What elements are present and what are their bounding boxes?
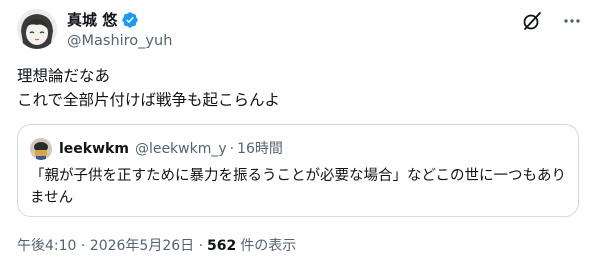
quoted-handle[interactable]: @leekwkm_y [135,140,227,158]
post-text: 理想論だなあ これで全部片付けば戦争も起こらんよ [17,64,280,112]
author-handle[interactable]: @Mashiro_yuh [67,32,172,50]
verified-badge-icon [122,12,138,28]
view-count-label: 件の表示 [240,238,297,254]
post-actions-top [521,10,583,32]
post-timestamp[interactable]: 午後4:10 · 2026年5月26日 · [17,237,203,255]
author-block: 真城 悠 @Mashiro_yuh [67,11,172,50]
grok-icon[interactable] [521,10,543,32]
quoted-post[interactable]: leekwkm @leekwkm_y · 16時間 「親が子供を正すために暴力を… [17,124,579,217]
quoted-header: leekwkm @leekwkm_y · 16時間 [59,140,283,158]
quoted-avatar[interactable] [30,138,52,160]
avatar[interactable] [17,9,57,49]
quoted-name[interactable]: leekwkm [59,140,129,158]
post-text-line: 理想論だなあ [17,67,111,85]
display-name[interactable]: 真城 悠 [67,11,117,29]
separator-dot: · [229,141,235,157]
post-meta: 午後4:10 · 2026年5月26日 · 562 件の表示 [17,237,296,255]
more-icon[interactable] [561,10,583,32]
view-count: 562 [207,238,237,254]
quoted-text: 「親が子供を正すために暴力を振るうことが必要な場合」などこの世に一つもありません [30,168,567,206]
post-text-line: これで全部片付けば戦争も起こらんよ [17,91,281,109]
quoted-time[interactable]: 16時間 [237,140,283,158]
